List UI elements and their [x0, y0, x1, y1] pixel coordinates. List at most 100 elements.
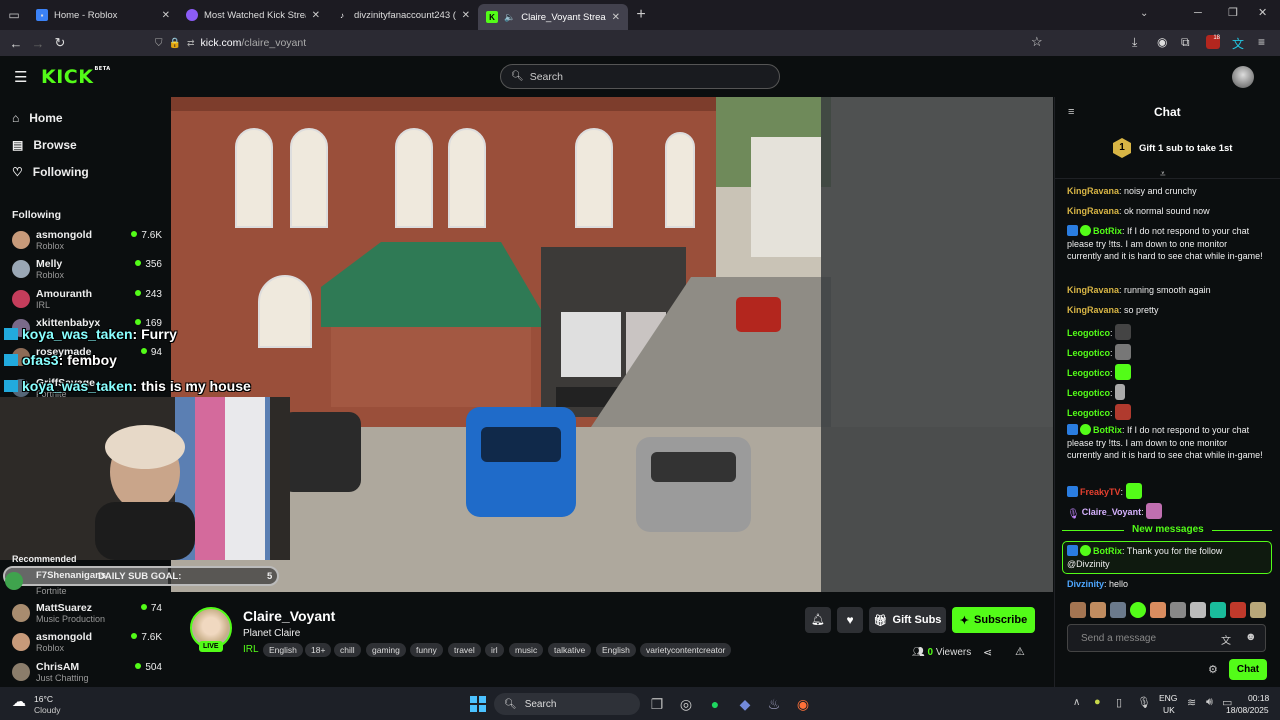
- sidebar-channel-asmongold[interactable]: asmongold Roblox 7.6K: [12, 229, 162, 257]
- emote-icon[interactable]: [1110, 602, 1126, 618]
- tab-roblox[interactable]: ▪ Home - Roblox ✕: [28, 0, 178, 30]
- chat-message-input[interactable]: Send a message 文 ☻: [1067, 624, 1266, 652]
- share-icon[interactable]: ⋖: [983, 646, 992, 659]
- emote-icon[interactable]: [1210, 602, 1226, 618]
- clock-date[interactable]: 18/08/2025: [1226, 705, 1269, 715]
- emoji-picker-icon[interactable]: ☻: [1245, 631, 1257, 643]
- collapse-chat-icon[interactable]: ≡: [1068, 106, 1074, 118]
- github-icon[interactable]: ◎: [676, 694, 696, 714]
- tab-tiktok[interactable]: ♪ divzinityfanaccount243 (@divzi ✕: [328, 0, 478, 30]
- tab-claire-voyant[interactable]: K 🔈 Claire_Voyant Stream - Wat ✕: [478, 4, 628, 30]
- send-chat-button[interactable]: Chat: [1229, 659, 1267, 680]
- close-tab-icon[interactable]: ✕: [612, 12, 620, 23]
- streamer-name[interactable]: Claire_Voyant: [243, 608, 335, 624]
- sidebar-nav-home[interactable]: ⌂ Home: [12, 111, 63, 125]
- new-tab-icon[interactable]: +: [628, 6, 654, 24]
- hamburger-menu-icon[interactable]: ☰: [14, 68, 27, 86]
- sidebar-channel-chrisam[interactable]: ChrisAM Just Chatting 504: [12, 661, 162, 689]
- stream-category[interactable]: IRL: [243, 644, 259, 655]
- tab-overflow-chevron-icon[interactable]: ⌄: [1140, 8, 1148, 19]
- emote-icon[interactable]: [1230, 602, 1246, 618]
- stream-tag[interactable]: English: [263, 643, 303, 657]
- spotify-icon[interactable]: ●: [705, 694, 725, 714]
- emote-icon[interactable]: [1190, 602, 1206, 618]
- steam-icon[interactable]: ♨: [764, 694, 784, 714]
- task-view-icon[interactable]: ❐: [647, 694, 667, 714]
- close-window-icon[interactable]: ✕: [1258, 6, 1267, 19]
- account-icon[interactable]: ◉: [1157, 35, 1167, 49]
- windows-start-icon[interactable]: [468, 694, 488, 714]
- search-input[interactable]: 🔍︎ Search: [500, 64, 780, 89]
- weather-cloud-icon[interactable]: ☁: [12, 693, 26, 710]
- volume-icon[interactable]: 🔊︎: [1206, 696, 1213, 709]
- emote-icon[interactable]: [1250, 602, 1266, 618]
- address-bar[interactable]: ⛉ 🔒 ⇄ kick.com/claire_voyant: [155, 33, 1055, 53]
- sidebar-channel-f7shenanigans[interactable]: F7Shenanigans Fortnite: [5, 570, 162, 598]
- tray-mic-icon[interactable]: 🎙︎: [1137, 696, 1151, 709]
- stream-tag[interactable]: funny: [410, 643, 443, 657]
- menu-icon[interactable]: ≡: [1258, 35, 1265, 49]
- notification-bell-button[interactable]: 🔔︎: [805, 607, 831, 633]
- close-tab-icon[interactable]: ✕: [312, 10, 320, 21]
- tab-list-icon[interactable]: ▭: [0, 0, 28, 30]
- tab-most-watched[interactable]: Most Watched Kick Streamers, K ✕: [178, 0, 328, 30]
- speaker-icon[interactable]: 🔈: [504, 12, 515, 23]
- wifi-icon[interactable]: ≋: [1187, 696, 1196, 709]
- bookmark-star-icon[interactable]: ☆: [1031, 34, 1043, 50]
- lock-icon[interactable]: 🔒: [169, 38, 181, 49]
- extension-badge-icon[interactable]: 18: [1206, 35, 1220, 49]
- sidebar-channel-asmongold-rec[interactable]: asmongold Roblox 7.6K: [12, 631, 162, 659]
- stream-tag[interactable]: 18+: [305, 643, 332, 657]
- kick-logo[interactable]: KICKBETA: [41, 66, 111, 88]
- taskbar-search-input[interactable]: 🔍︎ Search: [494, 693, 640, 715]
- subscribe-button[interactable]: ✦ Subscribe: [952, 607, 1035, 633]
- discord-icon[interactable]: ◆: [735, 694, 755, 714]
- back-icon[interactable]: ←: [5, 32, 27, 54]
- emote-icon[interactable]: [1150, 602, 1166, 618]
- sidebar-nav-following[interactable]: ♡ Following: [12, 165, 89, 179]
- tray-battery-icon[interactable]: ▯: [1116, 696, 1122, 709]
- forward-icon[interactable]: →: [27, 32, 49, 54]
- weather-temp[interactable]: 16°C: [34, 694, 53, 704]
- minimize-icon[interactable]: ─: [1194, 7, 1202, 19]
- stream-tag[interactable]: gaming: [366, 643, 406, 657]
- downloads-icon[interactable]: ⤓: [1132, 35, 1137, 50]
- clock-time[interactable]: 00:18: [1248, 693, 1269, 703]
- reload-icon[interactable]: ↻: [49, 32, 71, 54]
- permissions-icon[interactable]: ⇄: [187, 38, 195, 49]
- extensions-icon[interactable]: ⧉: [1181, 35, 1190, 50]
- weather-desc[interactable]: Cloudy: [34, 705, 60, 715]
- sidebar-nav-browse[interactable]: ▤ Browse: [12, 138, 77, 152]
- restore-icon[interactable]: ❐: [1228, 6, 1238, 19]
- report-icon[interactable]: ⚠: [1015, 645, 1025, 658]
- chat-settings-gear-icon[interactable]: ⚙: [1208, 663, 1218, 676]
- sidebar-channel-mattsuarez[interactable]: MattSuarez Music Production 74: [12, 602, 162, 630]
- user-avatar[interactable]: [1232, 66, 1254, 88]
- stream-tag[interactable]: travel: [448, 643, 481, 657]
- stream-tag[interactable]: English: [596, 643, 636, 657]
- language-top[interactable]: ENG: [1159, 693, 1177, 703]
- emote-icon[interactable]: [1130, 602, 1146, 618]
- follow-button[interactable]: ♥: [837, 607, 863, 633]
- gift-leaderboard-banner[interactable]: Gift 1 sub to take 1st: [1139, 143, 1232, 154]
- close-tab-icon[interactable]: ✕: [162, 10, 170, 21]
- video-player[interactable]: [171, 97, 1053, 592]
- translate-icon[interactable]: 文: [1232, 35, 1244, 52]
- stream-tag[interactable]: music: [509, 643, 544, 657]
- sidebar-channel-amouranth[interactable]: Amouranth IRL 243: [12, 288, 162, 316]
- shield-icon[interactable]: ⛉: [155, 38, 163, 49]
- stream-tag[interactable]: irl: [485, 643, 504, 657]
- stream-tag[interactable]: chill: [334, 643, 361, 657]
- close-tab-icon[interactable]: ✕: [462, 10, 470, 21]
- emote-icon[interactable]: [1170, 602, 1186, 618]
- stream-tag[interactable]: varietycontentcreator: [640, 643, 732, 657]
- translate-icon[interactable]: 文: [1221, 632, 1231, 647]
- stream-tag[interactable]: talkative: [548, 643, 592, 657]
- emote-icon[interactable]: [1070, 602, 1086, 618]
- tray-app-icon[interactable]: ●: [1094, 696, 1101, 708]
- sidebar-channel-melly[interactable]: Melly Roblox 356: [12, 258, 162, 286]
- emote-icon[interactable]: [1090, 602, 1106, 618]
- tray-expand-icon[interactable]: ∧: [1073, 697, 1080, 708]
- firefox-icon[interactable]: ◉: [793, 694, 813, 714]
- language-bottom[interactable]: UK: [1163, 705, 1175, 715]
